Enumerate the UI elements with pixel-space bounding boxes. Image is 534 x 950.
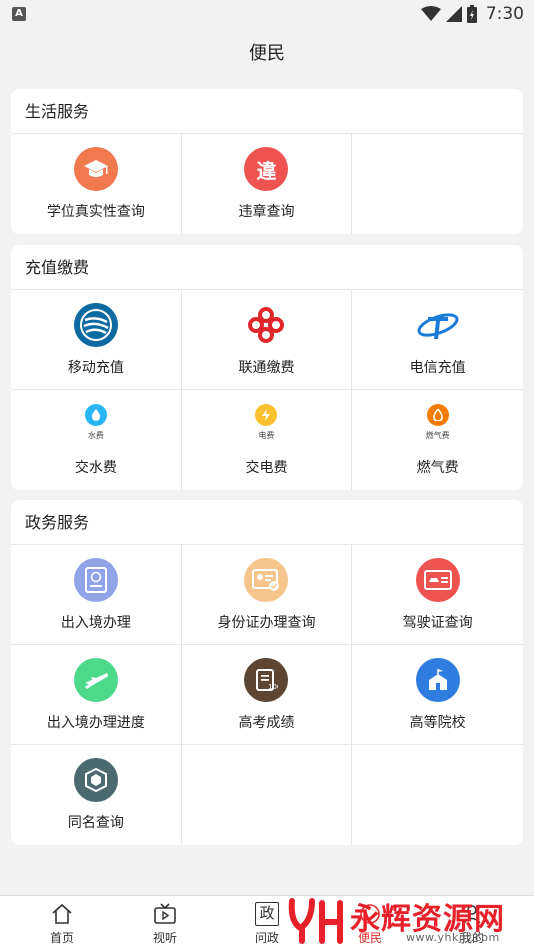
exam-score-item[interactable]: 100 高考成绩	[181, 645, 353, 745]
item-label: 驾驶证查询	[402, 615, 473, 631]
app-notification-icon: A	[12, 7, 26, 21]
empty-cell	[182, 745, 353, 845]
driver-license-icon	[415, 558, 460, 602]
life-services-card: 生活服务 学位真实性查询 違 违章查询	[11, 89, 523, 234]
item-label: 移动充值	[67, 360, 124, 376]
tab-label: 首页	[49, 931, 74, 945]
exit-entry-progress-item[interactable]: 出入境办理进度	[11, 645, 182, 745]
degree-verification-item[interactable]: 学位真实性查询	[11, 134, 182, 234]
item-label: 出入境办理进度	[46, 715, 145, 731]
item-label: 出入境办理	[60, 615, 131, 631]
university-icon	[415, 658, 460, 702]
svg-text:100: 100	[268, 683, 278, 691]
item-label: 高等院校	[409, 715, 466, 731]
recharge-grid-row-2: 水费 交水费 电费 交电费 燃气费 燃气费	[11, 390, 523, 490]
watermark: 永辉资源网 www.yhkjjt.com	[286, 892, 534, 950]
item-label: 电信充值	[409, 360, 466, 376]
gov-icon: 政	[255, 902, 279, 926]
id-card-icon	[244, 558, 289, 602]
gov-grid-row-2: 出入境办理进度 100 高考成绩 高等院校	[11, 645, 523, 745]
icon-caption: 水费	[87, 431, 104, 440]
airplane-icon	[73, 658, 118, 702]
exit-entry-item[interactable]: 出入境办理	[11, 545, 182, 645]
item-label: 联通缴费	[238, 360, 295, 376]
traffic-violation-item[interactable]: 違 违章查询	[182, 134, 353, 234]
gas-bill-item[interactable]: 燃气费 燃气费	[352, 390, 523, 490]
same-name-query-item[interactable]: 同名查询	[11, 745, 182, 845]
driver-license-item[interactable]: 驾驶证查询	[352, 545, 523, 645]
flame-icon	[426, 404, 449, 426]
passport-icon	[73, 558, 118, 602]
watermark-logo-icon	[288, 898, 343, 944]
mobile-recharge-item[interactable]: 移动充值	[11, 290, 182, 390]
item-label: 身份证办理查询	[217, 615, 316, 631]
item-label: 交水费	[74, 460, 117, 476]
item-label: 高考成绩	[238, 715, 295, 731]
violation-icon: 違	[244, 147, 289, 191]
wifi-icon	[420, 6, 441, 21]
item-label: 学位真实性查询	[46, 204, 145, 220]
item-label: 违章查询	[238, 204, 295, 220]
telecom-recharge-item[interactable]: 电信充值	[352, 290, 523, 390]
page-title: 便民	[0, 28, 534, 80]
recharge-grid-row-1: 移动充值 联通缴费 电信充值	[11, 290, 523, 390]
signal-icon	[445, 6, 462, 22]
status-bar: A 7:30	[0, 0, 534, 28]
home-icon	[52, 903, 72, 924]
china-telecom-icon	[415, 303, 460, 347]
china-mobile-icon	[73, 303, 118, 347]
status-icons: 7:30	[420, 3, 524, 25]
empty-cell	[352, 745, 523, 845]
tab-label: 视听	[152, 931, 177, 945]
battery-icon	[466, 5, 477, 23]
same-name-icon	[73, 758, 118, 802]
electricity-bill-item[interactable]: 电费 交电费	[182, 390, 353, 490]
watermark-url: www.yhkjjt.com	[406, 931, 500, 944]
gov-services-card: 政务服务 出入境办理 身份证办理查询 驾驶证查询 出入境办理进度 10 高考成绩…	[11, 500, 523, 845]
tab-video[interactable]: 视听	[125, 896, 205, 950]
item-label: 交电费	[245, 460, 288, 476]
china-unicom-icon	[244, 303, 289, 347]
unicom-payment-item[interactable]: 联通缴费	[181, 290, 353, 390]
water-drop-icon	[84, 404, 107, 426]
tab-home[interactable]: 首页	[22, 896, 102, 950]
section-title: 政务服务	[11, 500, 523, 545]
exam-score-icon: 100	[244, 658, 289, 702]
gov-grid-row-1: 出入境办理 身份证办理查询 驾驶证查询	[11, 545, 523, 645]
section-title: 充值缴费	[11, 245, 523, 290]
life-services-grid: 学位真实性查询 違 违章查询	[11, 134, 523, 234]
icon-caption: 燃气费	[425, 431, 450, 440]
graduation-cap-icon	[73, 147, 118, 191]
lightning-icon	[255, 404, 278, 426]
gov-grid-row-3: 同名查询	[11, 745, 523, 845]
water-bill-item[interactable]: 水费 交水费	[11, 390, 182, 490]
item-label: 同名查询	[67, 815, 124, 831]
tv-icon	[154, 903, 176, 924]
id-card-item[interactable]: 身份证办理查询	[181, 545, 353, 645]
recharge-card: 充值缴费 移动充值 联通缴费 电信充值 水费 交水费 电费 交电费 燃气费 燃气…	[11, 245, 523, 490]
item-label: 燃气费	[416, 460, 459, 476]
university-item[interactable]: 高等院校	[352, 645, 523, 745]
section-title: 生活服务	[11, 89, 523, 134]
empty-cell	[352, 134, 523, 234]
clock: 7:30	[485, 4, 524, 24]
icon-caption: 电费	[258, 431, 275, 440]
